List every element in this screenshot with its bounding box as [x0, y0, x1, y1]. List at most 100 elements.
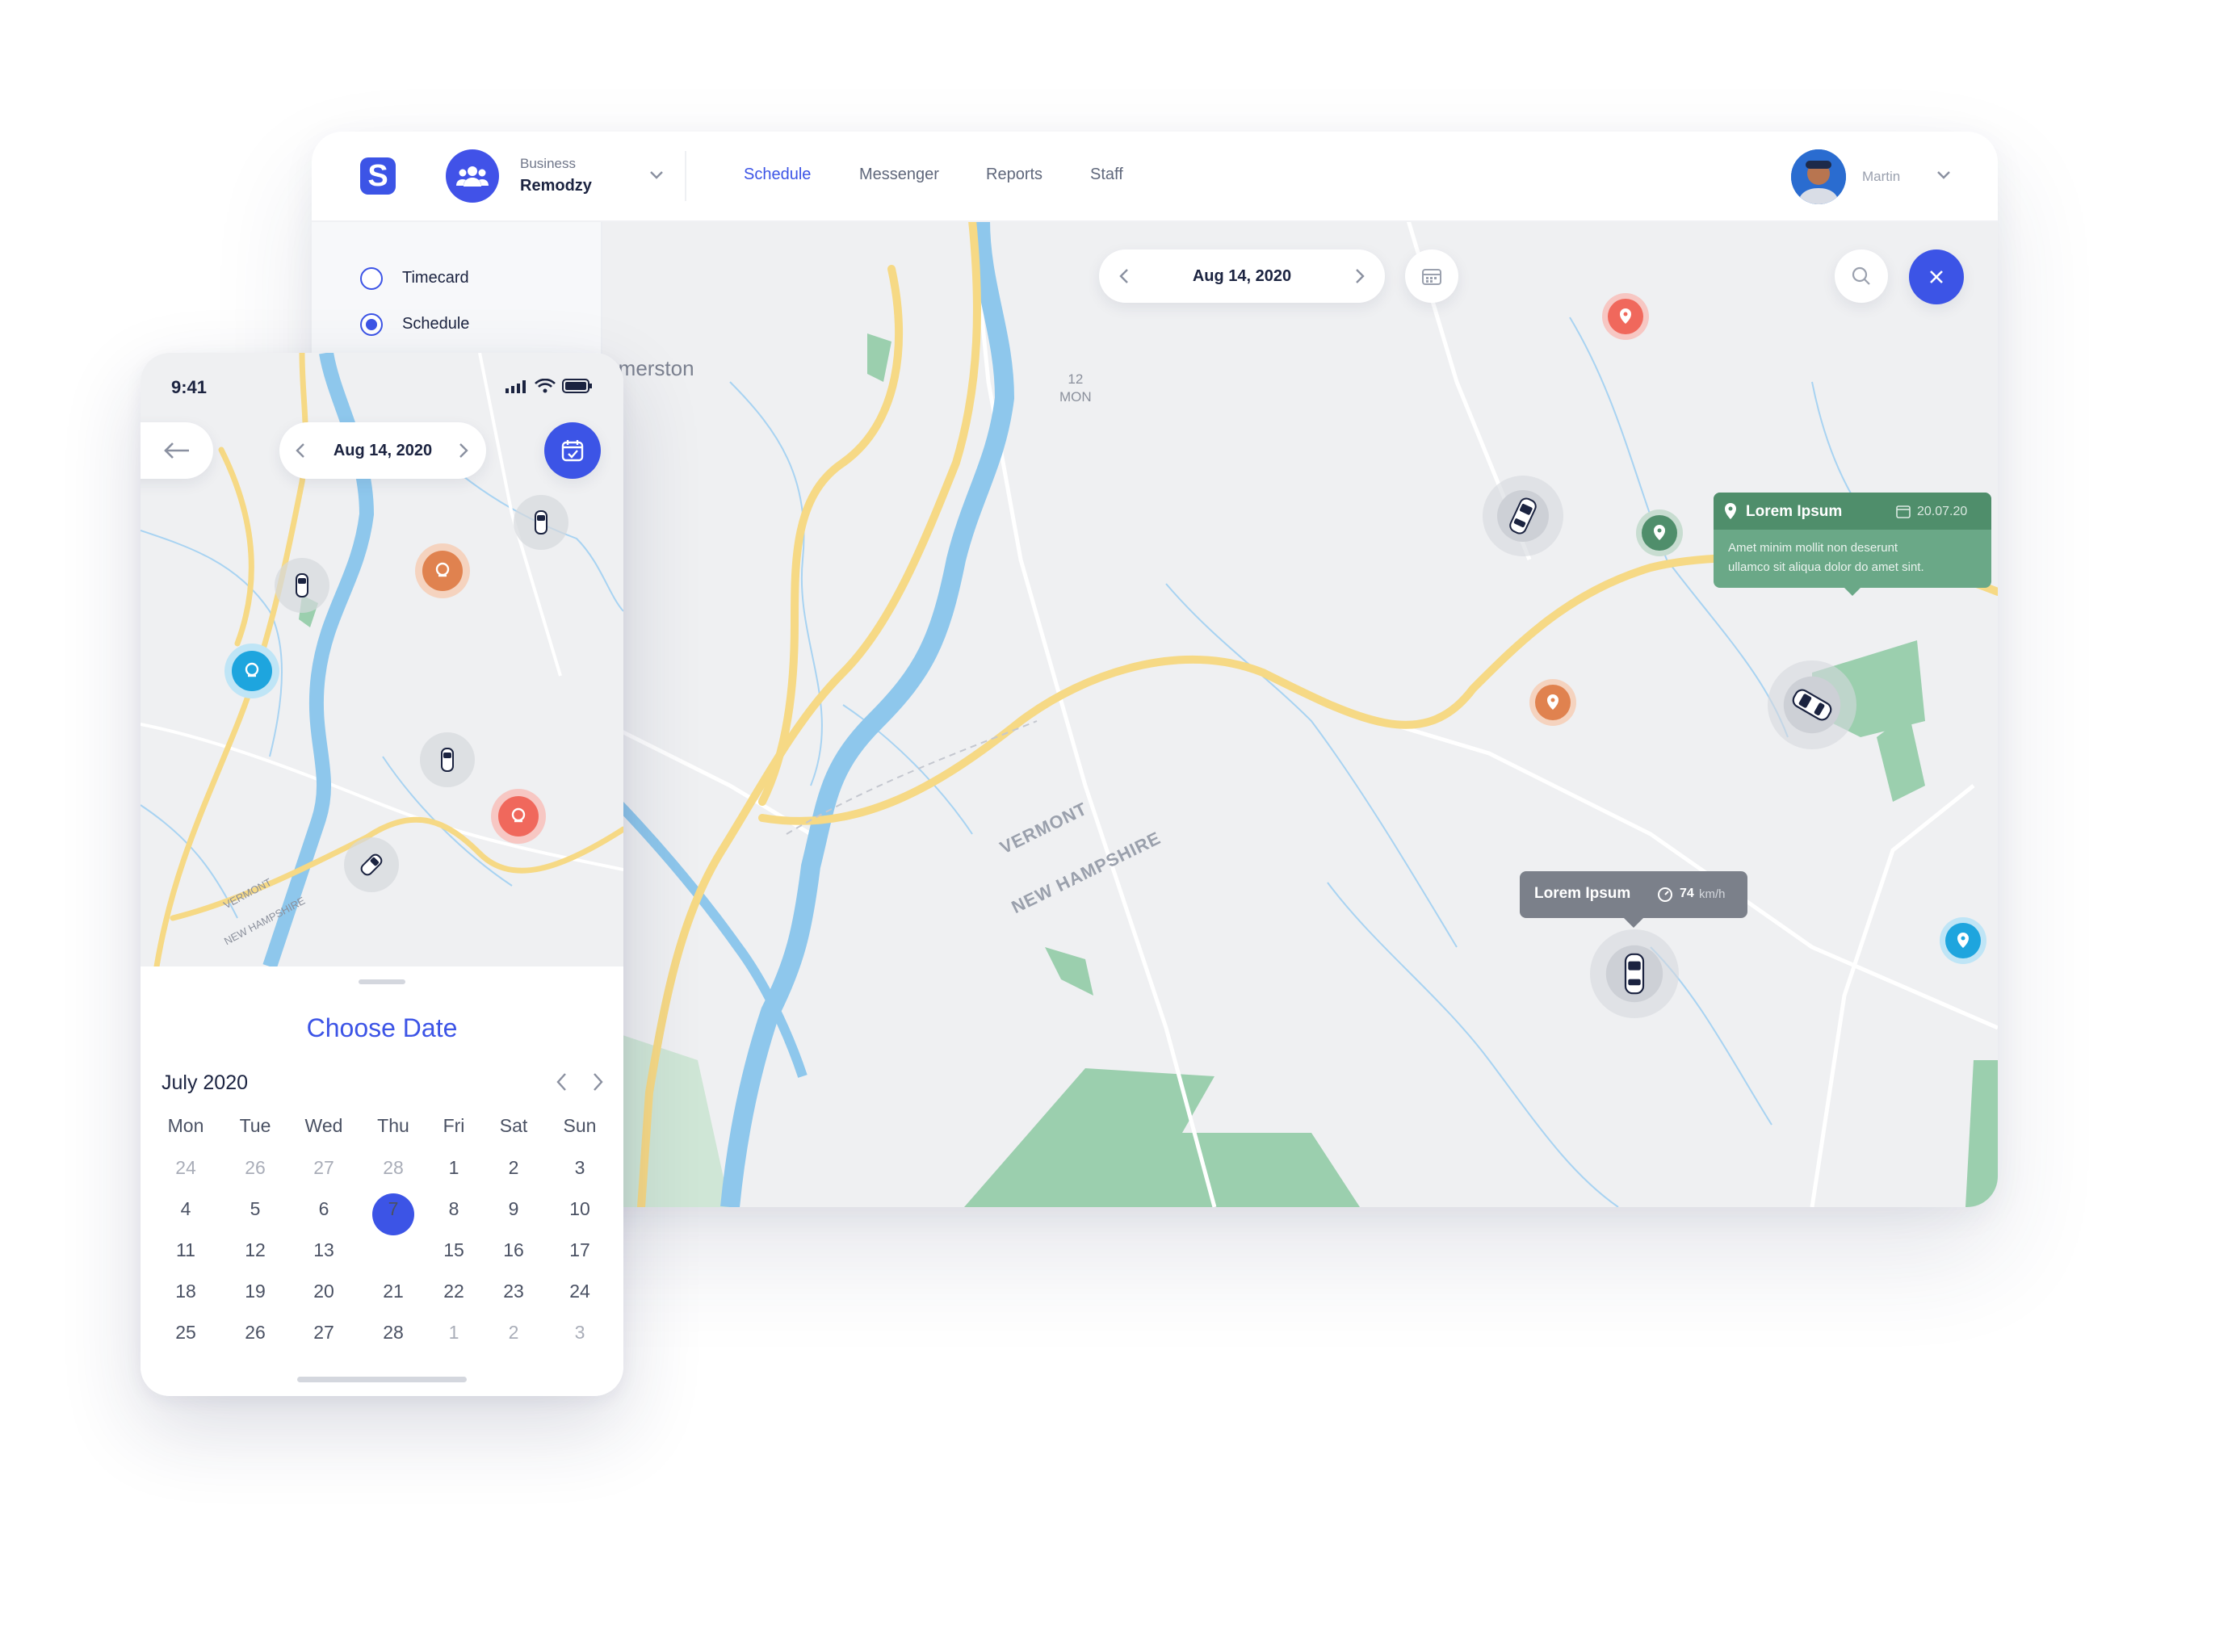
- calendar-day[interactable]: 28: [367, 1157, 419, 1179]
- calendar-day[interactable]: 20: [298, 1281, 350, 1302]
- business-name: Remodzy: [520, 177, 592, 195]
- calendar-day[interactable]: 8: [428, 1198, 480, 1220]
- date-picker-sheet: Choose Date July 2020 Mon Tue Wed Thu Fr…: [141, 966, 623, 1396]
- location-tooltip: Lorem Ipsum 20.07.20 Amet minim mollit n…: [1714, 493, 1991, 596]
- phone-frame: 9:41 Aug 14, 2020 VERMONT NEW HAMPSHIRE …: [141, 353, 623, 1396]
- chevron-left-icon[interactable]: [554, 1071, 570, 1092]
- calendar-day[interactable]: 24: [554, 1281, 606, 1302]
- calendar-day[interactable]: 26: [229, 1157, 281, 1179]
- calendar-day[interactable]: 1: [428, 1157, 480, 1179]
- calendar-day[interactable]: 2: [488, 1322, 539, 1344]
- phone-map-view[interactable]: 9:41 Aug 14, 2020 VERMONT NEW HAMPSHIRE: [141, 353, 623, 966]
- calendar-day[interactable]: 4: [160, 1198, 212, 1220]
- chevron-right-icon[interactable]: [589, 1071, 606, 1092]
- location-pin-icon[interactable]: [415, 543, 470, 598]
- close-button[interactable]: [1909, 249, 1964, 304]
- nav-staff[interactable]: Staff: [1090, 166, 1123, 184]
- vehicle-icon-selected[interactable]: [1590, 929, 1679, 1018]
- radio-label-schedule: Schedule: [402, 315, 470, 333]
- radio-schedule[interactable]: [360, 313, 383, 336]
- chevron-right-icon[interactable]: [455, 442, 470, 459]
- location-pin-icon[interactable]: [491, 789, 546, 844]
- vehicle-icon[interactable]: [275, 558, 329, 613]
- calendar-button[interactable]: [1405, 249, 1458, 303]
- chevron-down-icon[interactable]: [1935, 166, 1953, 183]
- weekday-label: Thu: [377, 1115, 409, 1136]
- vehicle-icon[interactable]: [1768, 660, 1856, 749]
- calendar-day[interactable]: 19: [229, 1281, 281, 1302]
- calendar-day[interactable]: 16: [488, 1239, 539, 1261]
- location-pin-icon[interactable]: [1636, 509, 1683, 556]
- location-pin-icon[interactable]: [224, 644, 279, 698]
- nav-schedule[interactable]: Schedule: [744, 166, 811, 184]
- map-view[interactable]: mmerston 12 MON VERMONT NEW HAMPSHIRE Au…: [601, 220, 1998, 1207]
- weekday-label: Sun: [563, 1115, 597, 1136]
- calendar-day[interactable]: 7: [367, 1198, 419, 1220]
- calendar-day[interactable]: 26: [229, 1322, 281, 1344]
- user-avatar[interactable]: [1791, 149, 1846, 204]
- business-caption: Business: [520, 156, 576, 171]
- divider: [685, 151, 686, 201]
- phone-date-switcher: Aug 14, 2020: [279, 422, 486, 479]
- wifi-icon: [535, 379, 556, 393]
- calendar-day[interactable]: 11: [160, 1239, 212, 1261]
- calendar-day[interactable]: 18: [160, 1281, 212, 1302]
- calendar-day[interactable]: 3: [554, 1157, 606, 1179]
- calendar-day[interactable]: 14: [367, 1239, 419, 1261]
- map-date: Aug 14, 2020: [1192, 267, 1292, 285]
- calendar-day[interactable]: 2: [488, 1157, 539, 1179]
- sheet-handle[interactable]: [359, 979, 405, 984]
- vehicle-tooltip: Lorem Ipsum 74 km/h: [1520, 871, 1747, 928]
- close-icon: [1930, 270, 1943, 283]
- team-icon: [456, 166, 489, 187]
- calendar-day[interactable]: 5: [229, 1198, 281, 1220]
- location-pin-icon[interactable]: [1529, 679, 1576, 726]
- tooltip-title: Lorem Ipsum: [1534, 885, 1631, 902]
- nav-messenger[interactable]: Messenger: [859, 166, 939, 184]
- calendar-day[interactable]: 9: [488, 1198, 539, 1220]
- radio-label-timecard: Timecard: [402, 269, 469, 287]
- chevron-right-icon[interactable]: [1351, 267, 1367, 285]
- calendar-day[interactable]: 3: [554, 1322, 606, 1344]
- road-marker: 12 MON: [1059, 371, 1092, 406]
- vehicle-icon[interactable]: [514, 495, 568, 550]
- phone-calendar-button[interactable]: [544, 422, 601, 479]
- location-pin-icon[interactable]: [1940, 917, 1986, 964]
- chevron-down-icon[interactable]: [648, 166, 665, 183]
- calendar-day[interactable]: 24: [160, 1157, 212, 1179]
- calendar-icon: [1896, 505, 1911, 518]
- calendar-day[interactable]: 27: [298, 1157, 350, 1179]
- app-logo[interactable]: S: [360, 157, 396, 195]
- battery-icon: [562, 379, 592, 393]
- back-button[interactable]: [141, 422, 213, 479]
- calendar-day[interactable]: 28: [367, 1322, 419, 1344]
- calendar-day[interactable]: 22: [428, 1281, 480, 1302]
- radio-timecard[interactable]: [360, 267, 383, 290]
- calendar-day[interactable]: 17: [554, 1239, 606, 1261]
- calendar-day[interactable]: 25: [160, 1322, 212, 1344]
- location-pin-icon[interactable]: [1602, 293, 1649, 340]
- status-time: 9:41: [171, 377, 208, 397]
- tooltip-date: 20.07.20: [1917, 505, 1968, 518]
- calendar-day[interactable]: 27: [298, 1322, 350, 1344]
- location-pin-icon: [1725, 503, 1736, 519]
- search-icon: [1852, 266, 1870, 285]
- business-avatar[interactable]: [446, 149, 499, 203]
- calendar-day[interactable]: 21: [367, 1281, 419, 1302]
- vehicle-icon[interactable]: [344, 837, 399, 892]
- calendar-day[interactable]: 1: [428, 1322, 480, 1344]
- calendar-day[interactable]: 10: [554, 1198, 606, 1220]
- home-indicator: [297, 1377, 467, 1382]
- speedometer-icon: [1658, 887, 1672, 902]
- calendar-day[interactable]: 6: [298, 1198, 350, 1220]
- tooltip-speed-unit: km/h: [1699, 887, 1726, 901]
- vehicle-icon[interactable]: [1483, 476, 1563, 556]
- calendar-day[interactable]: 12: [229, 1239, 281, 1261]
- calendar-day[interactable]: 15: [428, 1239, 480, 1261]
- vehicle-icon[interactable]: [420, 732, 475, 787]
- search-button[interactable]: [1835, 249, 1888, 303]
- calendar-day[interactable]: 23: [488, 1281, 539, 1302]
- weekday-label: Fri: [443, 1115, 465, 1136]
- calendar-day[interactable]: 13: [298, 1239, 350, 1261]
- nav-reports[interactable]: Reports: [986, 166, 1042, 184]
